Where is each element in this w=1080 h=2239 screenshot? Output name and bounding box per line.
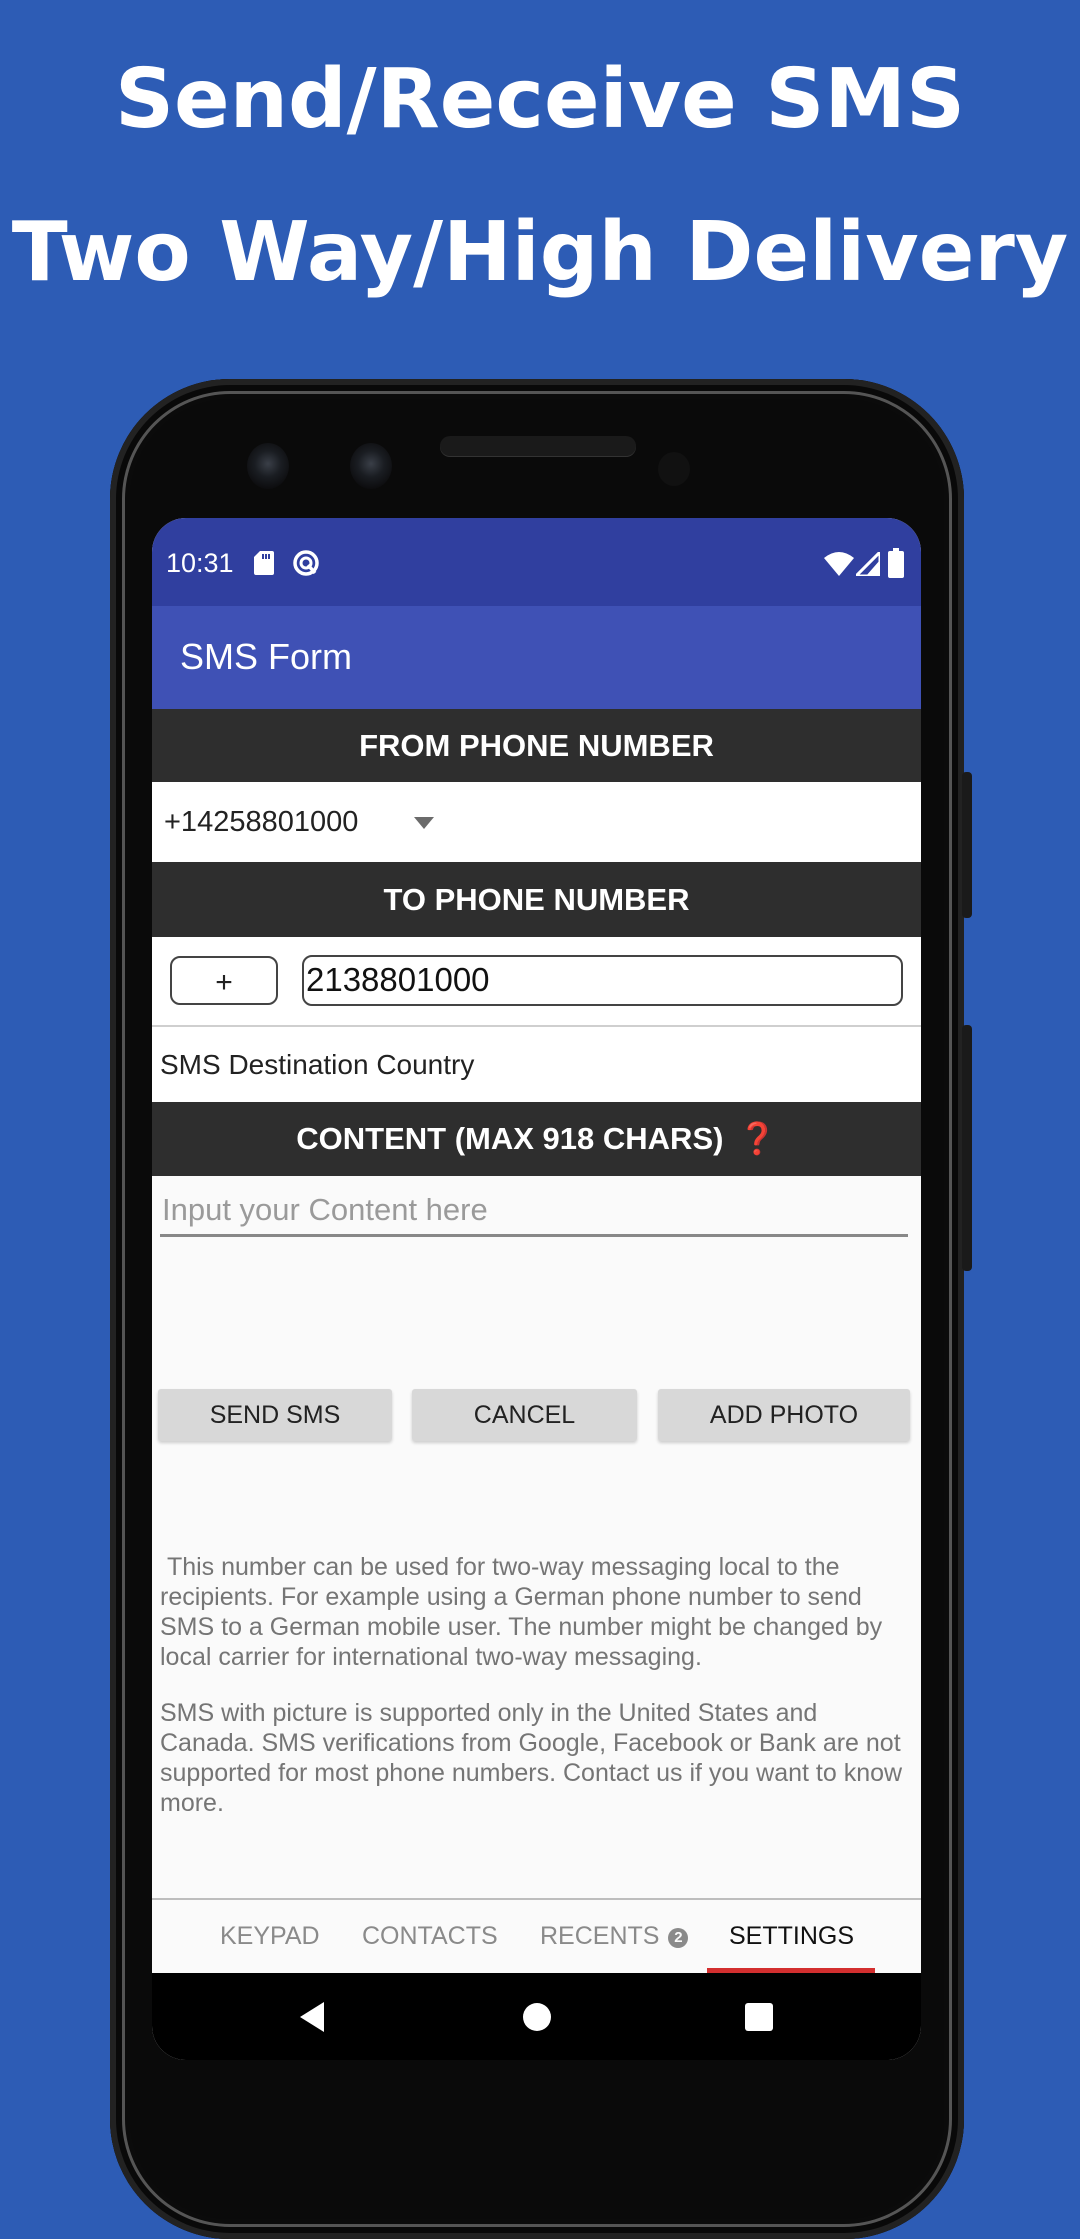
recents-badge: 2 <box>668 1928 689 1948</box>
app-title: SMS Form <box>180 636 353 677</box>
content-header-label: CONTENT (MAX 918 CHARS) <box>296 1121 724 1156</box>
earpiece-speaker <box>440 436 636 456</box>
tab-settings-label: SETTINGS <box>729 1922 855 1950</box>
to-number-input[interactable]: 2138801000 <box>302 955 903 1006</box>
two-way-info-text: This number can be used for two-way mess… <box>160 1553 890 1671</box>
system-nav-bar <box>152 1973 921 2060</box>
content-header: CONTENT (MAX 918 CHARS) ❓ <box>152 1102 921 1176</box>
content-placeholder: Input your Content here <box>162 1192 488 1227</box>
wifi-icon <box>824 552 854 576</box>
battery-icon <box>888 548 904 578</box>
bottom-tab-bar: KEYPAD CONTACTS RECENTS 2 SETTINGS <box>152 1898 921 1975</box>
sd-card-icon <box>254 551 274 575</box>
recents-icon[interactable] <box>744 2002 774 2032</box>
photo-support-info-text: SMS with picture is supported only in th… <box>160 1699 903 1817</box>
cancel-button[interactable]: CANCEL <box>412 1389 637 1441</box>
from-number-dropdown[interactable]: +14258801000 <box>152 782 921 862</box>
from-phone-header: FROM PHONE NUMBER <box>152 709 921 782</box>
app-screen: 10:31 SMS Form FROM PHONE NUMBER +142588… <box>152 518 921 2060</box>
tab-keypad-label: KEYPAD <box>220 1922 320 1950</box>
country-code-label: + <box>215 966 233 999</box>
destination-country-selector[interactable]: SMS Destination Country <box>152 1027 921 1102</box>
status-time: 10:31 <box>166 548 234 578</box>
cell-signal-icon <box>856 552 880 576</box>
content-input[interactable]: Input your Content here <box>160 1186 908 1237</box>
home-icon[interactable] <box>522 2002 552 2032</box>
promo-headline-1: Send/Receive SMS <box>114 52 966 147</box>
country-code-button[interactable]: + <box>170 956 278 1005</box>
cancel-label: CANCEL <box>473 1401 576 1429</box>
volume-button <box>962 1025 972 1271</box>
tab-contacts-label: CONTACTS <box>362 1922 498 1950</box>
send-sms-button[interactable]: SEND SMS <box>158 1389 392 1441</box>
tab-recents-label: RECENTS <box>540 1922 660 1950</box>
back-icon[interactable] <box>298 2001 328 2033</box>
promo-headline-2: Two Way/High Delivery <box>11 205 1069 300</box>
help-icon[interactable]: ❓ <box>738 1121 777 1156</box>
to-number-value: 2138801000 <box>306 961 490 998</box>
destination-country-label: SMS Destination Country <box>160 1049 475 1080</box>
to-number-row: + 2138801000 <box>152 937 921 1027</box>
tab-keypad[interactable]: KEYPAD <box>220 1922 320 1951</box>
add-photo-button[interactable]: ADD PHOTO <box>658 1389 910 1441</box>
app-bar: SMS Form <box>152 606 921 709</box>
status-bar: 10:31 <box>152 518 921 606</box>
data-saver-icon <box>293 550 319 576</box>
from-phone-header-label: FROM PHONE NUMBER <box>359 728 714 763</box>
proximity-sensor <box>658 452 690 486</box>
to-phone-header-label: TO PHONE NUMBER <box>383 882 690 917</box>
tab-recents[interactable]: RECENTS 2 <box>540 1922 689 1951</box>
tab-settings[interactable]: SETTINGS <box>729 1922 854 1951</box>
front-camera-2 <box>350 443 392 489</box>
power-button <box>962 772 972 918</box>
from-number-value: +14258801000 <box>164 806 359 838</box>
tab-contacts[interactable]: CONTACTS <box>362 1922 498 1951</box>
send-sms-label: SEND SMS <box>209 1401 341 1429</box>
front-camera-1 <box>247 443 289 489</box>
add-photo-label: ADD PHOTO <box>709 1401 859 1429</box>
to-phone-header: TO PHONE NUMBER <box>152 862 921 937</box>
chevron-down-icon <box>414 817 434 829</box>
